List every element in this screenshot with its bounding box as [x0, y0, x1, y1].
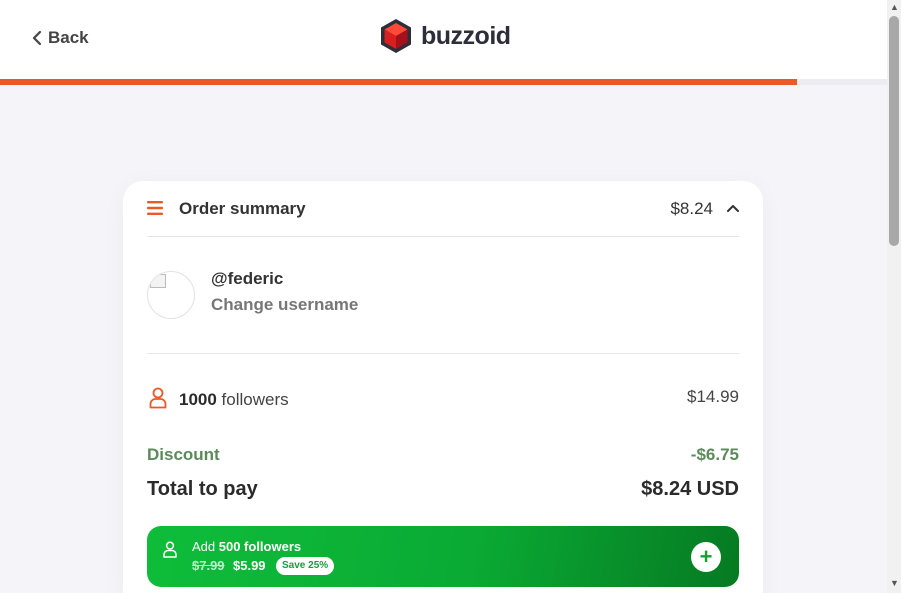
- upsell-new-price: $5.99: [233, 558, 266, 573]
- menu-icon: [147, 201, 163, 215]
- total-value: $8.24 USD: [641, 478, 739, 500]
- plus-icon[interactable]: +: [691, 542, 721, 572]
- avatar: [147, 271, 195, 319]
- chevron-left-icon: [32, 30, 42, 46]
- upsell-add-followers-button[interactable]: Add 500 followers $7.99 $5.99 Save 25% +: [147, 526, 739, 587]
- upsell-title: Add 500 followers: [192, 539, 301, 554]
- scroll-down-arrow-icon[interactable]: ▼: [890, 579, 899, 588]
- person-icon: [163, 541, 177, 558]
- order-item-label: 1000 followers: [179, 390, 289, 410]
- discount-value: -$6.75: [690, 445, 739, 464]
- discount-label: Discount: [147, 445, 220, 464]
- save-badge: Save 25%: [276, 557, 335, 575]
- discount-row: Discount -$6.75: [147, 445, 739, 469]
- progress-fill: [0, 79, 797, 85]
- order-summary-card: Order summary $8.24 @federic Change user…: [123, 181, 763, 593]
- upsell-offer: 500 followers: [218, 539, 302, 554]
- top-header: Back buzzoid: [0, 0, 887, 79]
- logo-text: buzzoid: [421, 21, 511, 50]
- broken-image-icon: [150, 274, 166, 288]
- upsell-old-price: $7.99: [192, 558, 225, 573]
- chevron-up-icon[interactable]: [727, 203, 739, 213]
- scroll-thumb[interactable]: [889, 16, 899, 246]
- checkout-progress-bar: [0, 79, 887, 85]
- back-label: Back: [48, 28, 89, 47]
- person-icon: [149, 387, 167, 409]
- scroll-up-arrow-icon[interactable]: ▲: [890, 3, 899, 12]
- back-button[interactable]: Back: [32, 27, 89, 49]
- item-quantity: 1000: [179, 390, 217, 409]
- order-item-price: $14.99: [687, 387, 739, 406]
- buzzoid-logo[interactable]: buzzoid: [379, 18, 511, 54]
- order-summary-price: $8.24: [670, 199, 713, 218]
- order-item-row: 1000 followers $14.99: [147, 385, 739, 415]
- order-summary-title: Order summary: [179, 199, 306, 218]
- item-unit: followers: [216, 390, 289, 409]
- total-row: Total to pay $8.24 USD: [147, 478, 739, 506]
- upsell-prefix: Add: [192, 539, 219, 554]
- buzzoid-logo-icon: [381, 19, 411, 53]
- user-row: @federic Change username: [147, 237, 739, 354]
- change-username-link[interactable]: Change username: [211, 295, 358, 315]
- username: @federic: [211, 269, 284, 288]
- total-label: Total to pay: [147, 478, 258, 500]
- order-summary-header[interactable]: Order summary $8.24: [147, 181, 739, 237]
- page-scrollbar[interactable]: ▲ ▼: [887, 0, 901, 593]
